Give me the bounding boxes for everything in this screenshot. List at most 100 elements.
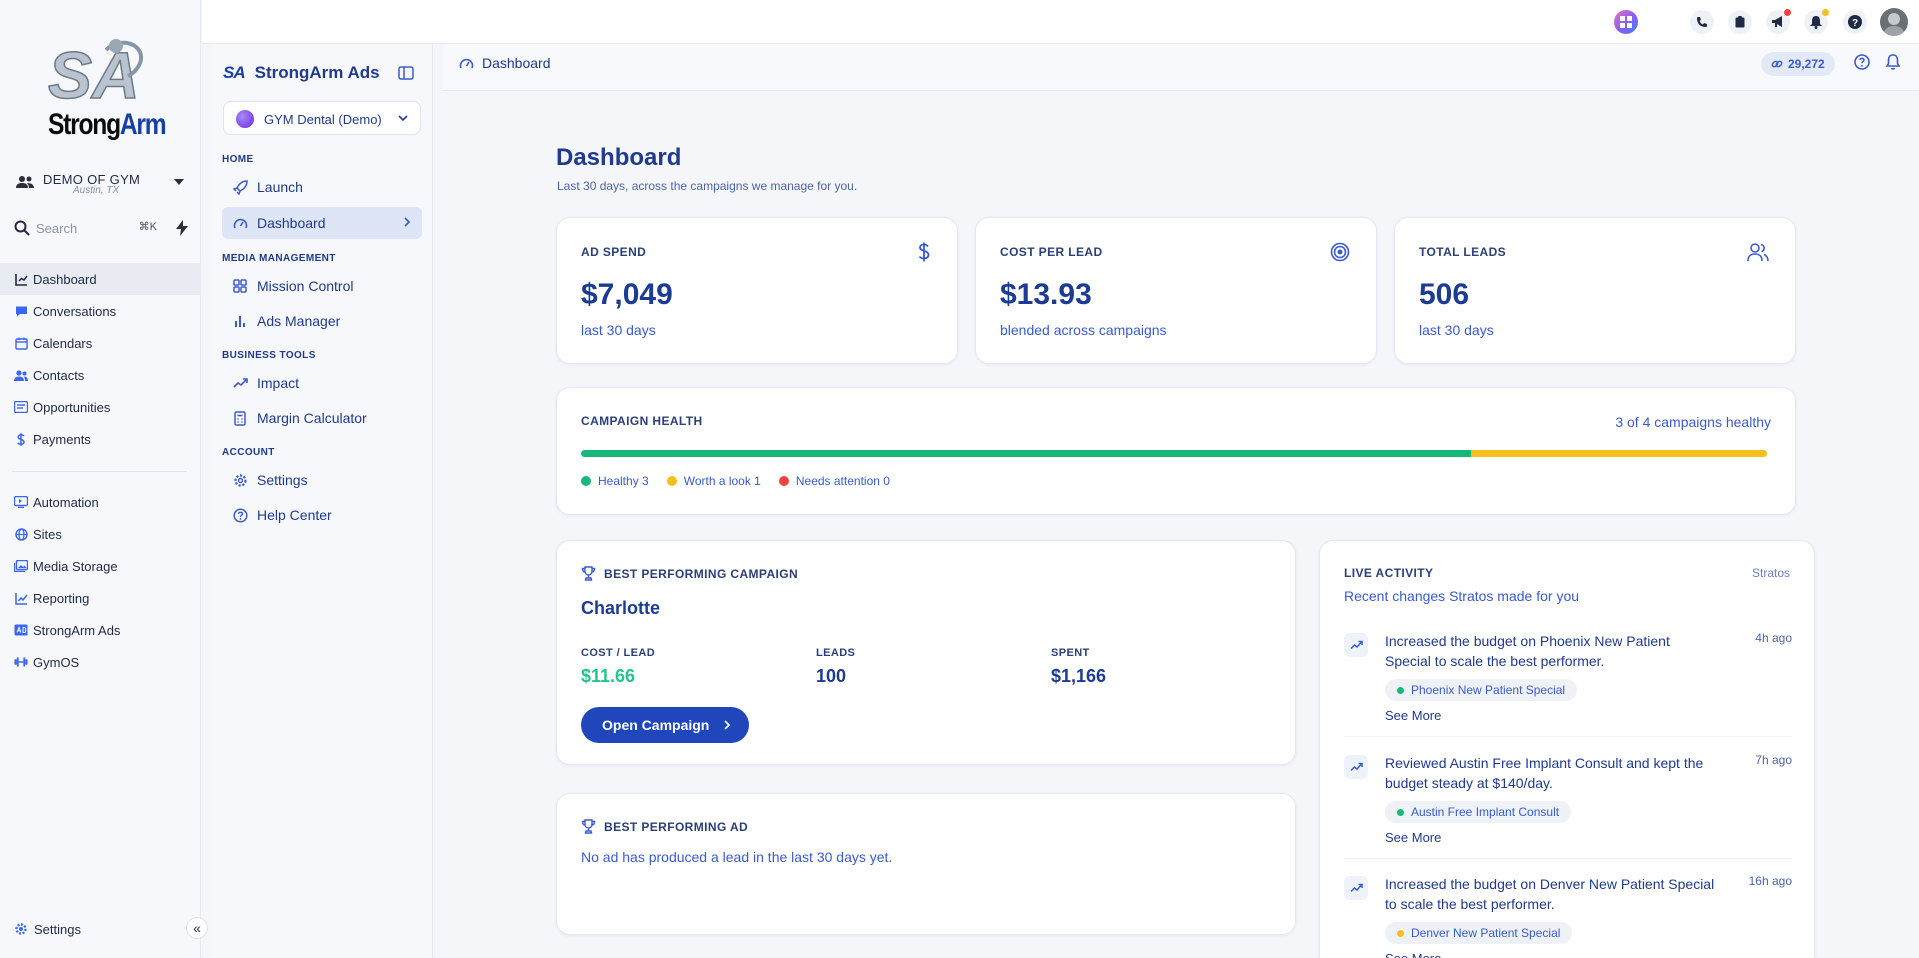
location-switcher[interactable]: DEMO OF GYM Austin, TX bbox=[8, 164, 194, 204]
stat-card-total-leads: TOTAL LEADS 506 last 30 days bbox=[1394, 217, 1796, 364]
metric-value: $1,166 bbox=[1051, 666, 1107, 686]
nav-divider bbox=[12, 471, 187, 472]
live-activity-subtitle: Recent changes Stratos made for you bbox=[1344, 588, 1580, 604]
nav-launch[interactable]: Launch bbox=[222, 171, 422, 203]
avatar[interactable] bbox=[1880, 8, 1908, 36]
see-more-link[interactable]: See More bbox=[1385, 708, 1441, 723]
users-icon bbox=[16, 176, 34, 188]
apps-icon[interactable] bbox=[1614, 10, 1638, 34]
nav-help-center[interactable]: Help Center bbox=[222, 499, 422, 531]
best-ad-message: No ad has produced a lead in the last 30… bbox=[581, 849, 893, 865]
crm-nav-automation[interactable]: Automation bbox=[0, 486, 201, 518]
nav-settings[interactable]: Settings bbox=[222, 464, 422, 496]
legend-worth: Worth a look 1 bbox=[666, 474, 761, 488]
crm-nav-media-storage[interactable]: Media Storage bbox=[0, 550, 201, 582]
crm-nav-dashboard[interactable]: Dashboard bbox=[0, 263, 201, 295]
dashboard-icon bbox=[14, 272, 28, 286]
quick-actions-button[interactable] bbox=[171, 217, 193, 239]
nav-margin-calculator[interactable]: Margin Calculator bbox=[222, 402, 422, 434]
metric-value: $11.66 bbox=[581, 666, 636, 686]
chevron-down-icon bbox=[398, 115, 408, 122]
health-legend: Healthy 3 Worth a look 1 Needs attention… bbox=[581, 474, 908, 488]
see-more-link[interactable]: See More bbox=[1385, 951, 1441, 958]
legend-worth-label: Worth a look 1 bbox=[683, 474, 761, 488]
activity-divider bbox=[1344, 858, 1792, 859]
crm-nav-calendars[interactable]: Calendars bbox=[0, 327, 201, 359]
nav-ads-label: Ads Manager bbox=[257, 313, 341, 329]
campaign-tag[interactable]: Austin Free Implant Consult bbox=[1385, 801, 1572, 823]
help-icon[interactable]: ? bbox=[1843, 10, 1867, 34]
credits-badge[interactable]: 29,272 bbox=[1761, 52, 1835, 76]
activity-time: 4h ago bbox=[1755, 631, 1792, 645]
crm-nav-label: Opportunities bbox=[33, 399, 111, 415]
nav-mission-control[interactable]: Mission Control bbox=[222, 270, 422, 302]
crm-nav-label: Media Storage bbox=[33, 558, 118, 574]
crm-settings-button[interactable]: Settings bbox=[0, 913, 201, 945]
trophy-icon bbox=[581, 819, 596, 834]
campaign-health-card: CAMPAIGN HEALTH 3 of 4 campaigns healthy… bbox=[556, 387, 1796, 515]
activity-text: Increased the budget on Denver New Patie… bbox=[1385, 876, 1715, 912]
logo-mark-icon: SA bbox=[47, 37, 143, 108]
megaphone-icon[interactable] bbox=[1766, 9, 1791, 34]
crm-nav-payments[interactable]: Payments bbox=[0, 423, 201, 455]
stat-label: COST PER LEAD bbox=[1000, 245, 1103, 259]
help-icon[interactable] bbox=[1853, 53, 1871, 71]
live-activity-card: LIVE ACTIVITY Stratos Recent changes Str… bbox=[1319, 540, 1815, 958]
chevron-right-icon bbox=[723, 720, 731, 730]
campaign-tag[interactable]: Denver New Patient Special bbox=[1385, 922, 1573, 944]
account-avatar bbox=[236, 110, 254, 128]
account-select[interactable]: GYM Dental (Demo) bbox=[223, 101, 421, 135]
gauge-icon bbox=[459, 57, 474, 70]
breadcrumb[interactable]: Dashboard bbox=[459, 55, 551, 71]
help-circle-icon bbox=[232, 507, 248, 523]
crm-nav-label: Sites bbox=[33, 526, 62, 542]
health-bar bbox=[581, 450, 1767, 457]
crm-nav-conversations[interactable]: Conversations bbox=[0, 295, 201, 327]
nav-ads-manager[interactable]: Ads Manager bbox=[222, 305, 422, 337]
grid-icon bbox=[232, 278, 248, 294]
crm-nav-sites[interactable]: Sites bbox=[0, 518, 201, 550]
stat-note: last 30 days bbox=[1419, 322, 1494, 338]
clipboard-icon[interactable] bbox=[1728, 10, 1752, 34]
dollar-icon bbox=[918, 242, 930, 262]
app-brand[interactable]: SA StrongArm Ads bbox=[223, 63, 380, 83]
nav-impact[interactable]: Impact bbox=[222, 367, 422, 399]
search-input[interactable]: Search ⌘K bbox=[8, 213, 163, 243]
top-header: ? bbox=[202, 0, 1919, 44]
crm-nav-strongarm-ads[interactable]: StrongArm Ads bbox=[0, 614, 201, 646]
see-more-link[interactable]: See More bbox=[1385, 830, 1441, 845]
nav-mission-label: Mission Control bbox=[257, 278, 354, 294]
contacts-icon bbox=[14, 368, 28, 382]
bell-icon[interactable] bbox=[1884, 53, 1902, 71]
activity-item: Increased the budget on Phoenix New Pati… bbox=[1344, 631, 1792, 731]
crm-nav-opportunities[interactable]: Opportunities bbox=[0, 391, 201, 423]
search-icon bbox=[14, 220, 30, 236]
crm-nav-contacts[interactable]: Contacts bbox=[0, 359, 201, 391]
crm-nav-gymos[interactable]: GymOS bbox=[0, 646, 201, 678]
collapse-sidebar-button[interactable]: « bbox=[186, 917, 208, 939]
gymos-icon bbox=[14, 655, 28, 669]
section-account: ACCOUNT bbox=[222, 447, 275, 458]
health-bar-worth bbox=[1470, 450, 1767, 457]
company-logo[interactable]: SA StrongArm bbox=[40, 36, 166, 146]
page-title: Dashboard bbox=[556, 144, 682, 171]
crm-nav-label: Conversations bbox=[33, 303, 117, 319]
crm-nav-reporting[interactable]: Reporting bbox=[0, 582, 201, 614]
phone-icon[interactable] bbox=[1690, 10, 1714, 34]
live-activity-source: Stratos bbox=[1751, 566, 1790, 580]
panel-toggle-icon[interactable] bbox=[397, 64, 415, 82]
crm-nav-secondary: Automation Sites Media Storage Reporting Str… bbox=[0, 486, 201, 678]
crm-sidebar: SA StrongArm DEMO OF GYM Austin, TX Sear… bbox=[0, 0, 201, 958]
health-label: CAMPAIGN HEALTH bbox=[581, 414, 703, 428]
activity-item: Increased the budget on Denver New Patie… bbox=[1344, 874, 1792, 958]
nav-dashboard[interactable]: Dashboard bbox=[222, 207, 422, 239]
status-dot bbox=[1397, 686, 1404, 694]
best-ad-label: BEST PERFORMING AD bbox=[604, 819, 749, 834]
campaign-tag[interactable]: Phoenix New Patient Special bbox=[1385, 679, 1578, 701]
status-dot bbox=[1397, 808, 1404, 816]
users-icon bbox=[1747, 243, 1769, 262]
campaign-tag-label: Austin Free Implant Consult bbox=[1411, 805, 1560, 819]
open-campaign-button[interactable]: Open Campaign bbox=[581, 707, 750, 743]
svg-text:?: ? bbox=[1852, 18, 1858, 29]
bell-icon[interactable] bbox=[1804, 9, 1829, 34]
